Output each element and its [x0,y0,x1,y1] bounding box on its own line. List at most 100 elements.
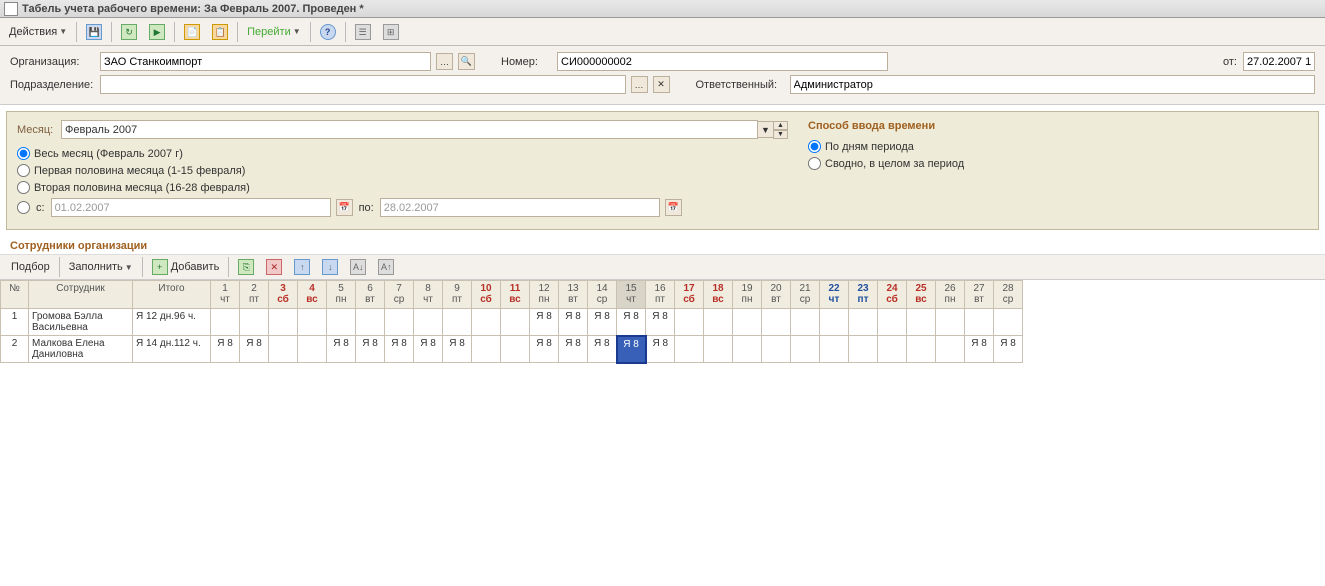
day-cell[interactable] [298,336,327,363]
day-cell[interactable]: Я 8 [646,336,675,363]
org-select-button[interactable]: … [436,53,453,70]
sort-asc-button[interactable]: A↓ [345,256,371,278]
col-header-day-1[interactable]: 1чт [211,281,240,309]
from-date-input[interactable] [1247,56,1311,68]
col-header-day-23[interactable]: 23пт [849,281,878,309]
copy-button[interactable]: ⎘ [233,256,259,278]
col-header-day-15[interactable]: 15чт [617,281,646,309]
day-cell[interactable] [356,309,385,336]
col-header-day-3[interactable]: 3сб [269,281,298,309]
day-cell[interactable] [269,336,298,363]
col-header-day-14[interactable]: 14ср [588,281,617,309]
org-field[interactable] [100,52,431,71]
day-cell[interactable]: Я 8 [646,309,675,336]
subdiv-clear-button[interactable]: ✕ [653,76,670,93]
number-input[interactable] [561,56,884,68]
day-cell[interactable]: Я 8 [530,336,559,363]
subdiv-select-button[interactable]: … [631,76,648,93]
radio-second-half[interactable]: Вторая половина месяца (16-28 февраля) [17,181,788,194]
day-cell[interactable] [849,336,878,363]
day-cell[interactable] [878,309,907,336]
timesheet-grid-wrap[interactable]: №СотрудникИтого1чт2пт3сб4вс5пн6вт7ср8чт9… [0,280,1325,364]
col-header-day-8[interactable]: 8чт [414,281,443,309]
col-header-day-2[interactable]: 2пт [240,281,269,309]
day-cell[interactable]: Я 8 [327,336,356,363]
number-field[interactable] [557,52,888,71]
day-cell[interactable] [733,309,762,336]
sort-desc-button[interactable]: A↑ [373,256,399,278]
col-header-day-28[interactable]: 28ср [994,281,1023,309]
help-button[interactable]: ? [315,21,341,43]
radio-range-input[interactable] [17,201,30,214]
range-from-field[interactable]: 01.02.2007 [51,198,331,217]
col-header-day-17[interactable]: 17сб [675,281,704,309]
employee-name[interactable]: Малкова Елена Даниловна [29,336,133,363]
col-header-day-25[interactable]: 25вс [907,281,936,309]
org-search-button[interactable]: 🔍 [458,53,475,70]
radio-summary-input[interactable] [808,157,821,170]
col-header-day-20[interactable]: 20вт [762,281,791,309]
day-cell[interactable] [298,309,327,336]
col-header-day-4[interactable]: 4вс [298,281,327,309]
subdiv-input[interactable] [104,79,622,91]
radio-second-half-input[interactable] [17,181,30,194]
layout-button-1[interactable]: ☰ [350,21,376,43]
day-cell[interactable] [849,309,878,336]
day-cell[interactable] [791,336,820,363]
day-cell[interactable]: Я 8 [965,336,994,363]
day-cell[interactable] [501,336,530,363]
col-header-day-22[interactable]: 22чт [820,281,849,309]
from-date-field[interactable] [1243,52,1315,71]
day-cell[interactable] [994,309,1023,336]
col-header-day-18[interactable]: 18вс [704,281,733,309]
day-cell[interactable] [704,309,733,336]
day-cell[interactable]: Я 8 [530,309,559,336]
range-from-calendar[interactable]: 📅 [336,199,353,216]
radio-by-day[interactable]: По дням периода [808,140,1308,153]
run-button[interactable]: ▶ [144,21,170,43]
day-cell[interactable] [443,309,472,336]
day-cell[interactable]: Я 8 [211,336,240,363]
col-header-day-19[interactable]: 19пн [733,281,762,309]
col-header-day-26[interactable]: 26пн [936,281,965,309]
day-cell[interactable]: Я 8 [588,309,617,336]
col-header-day-24[interactable]: 24сб [878,281,907,309]
day-cell[interactable] [733,336,762,363]
layout-button-2[interactable]: ⊞ [378,21,404,43]
day-cell[interactable]: Я 8 [617,336,646,363]
day-cell[interactable] [936,309,965,336]
day-cell[interactable] [878,336,907,363]
day-cell[interactable] [675,336,704,363]
month-dropdown-button[interactable]: ▼ [757,121,774,138]
move-up-button[interactable]: ↑ [289,256,315,278]
subdiv-field[interactable] [100,75,626,94]
col-header-day-5[interactable]: 5пн [327,281,356,309]
col-header-day-10[interactable]: 10сб [472,281,501,309]
move-down-button[interactable]: ↓ [317,256,343,278]
fill-menu[interactable]: Заполнить▼ [64,256,138,278]
day-cell[interactable]: Я 8 [443,336,472,363]
day-cell[interactable] [820,309,849,336]
day-cell[interactable] [791,309,820,336]
day-cell[interactable] [211,309,240,336]
add-button[interactable]: +Добавить [147,256,225,278]
day-cell[interactable]: Я 8 [617,309,646,336]
day-cell[interactable] [762,309,791,336]
day-cell[interactable] [820,336,849,363]
day-cell[interactable] [762,336,791,363]
refresh-button[interactable]: ↻ [116,21,142,43]
org-input[interactable] [104,56,427,68]
col-header-day-13[interactable]: 13вт [559,281,588,309]
day-cell[interactable]: Я 8 [559,309,588,336]
save-button[interactable]: 💾 [81,21,107,43]
day-cell[interactable] [501,309,530,336]
delete-button[interactable]: ✕ [261,256,287,278]
day-cell[interactable] [907,309,936,336]
day-cell[interactable]: Я 8 [588,336,617,363]
col-header-name[interactable]: Сотрудник [29,281,133,309]
day-cell[interactable]: Я 8 [994,336,1023,363]
day-cell[interactable] [327,309,356,336]
col-header-day-12[interactable]: 12пн [530,281,559,309]
range-to-field[interactable]: 28.02.2007 [380,198,660,217]
day-cell[interactable] [472,336,501,363]
